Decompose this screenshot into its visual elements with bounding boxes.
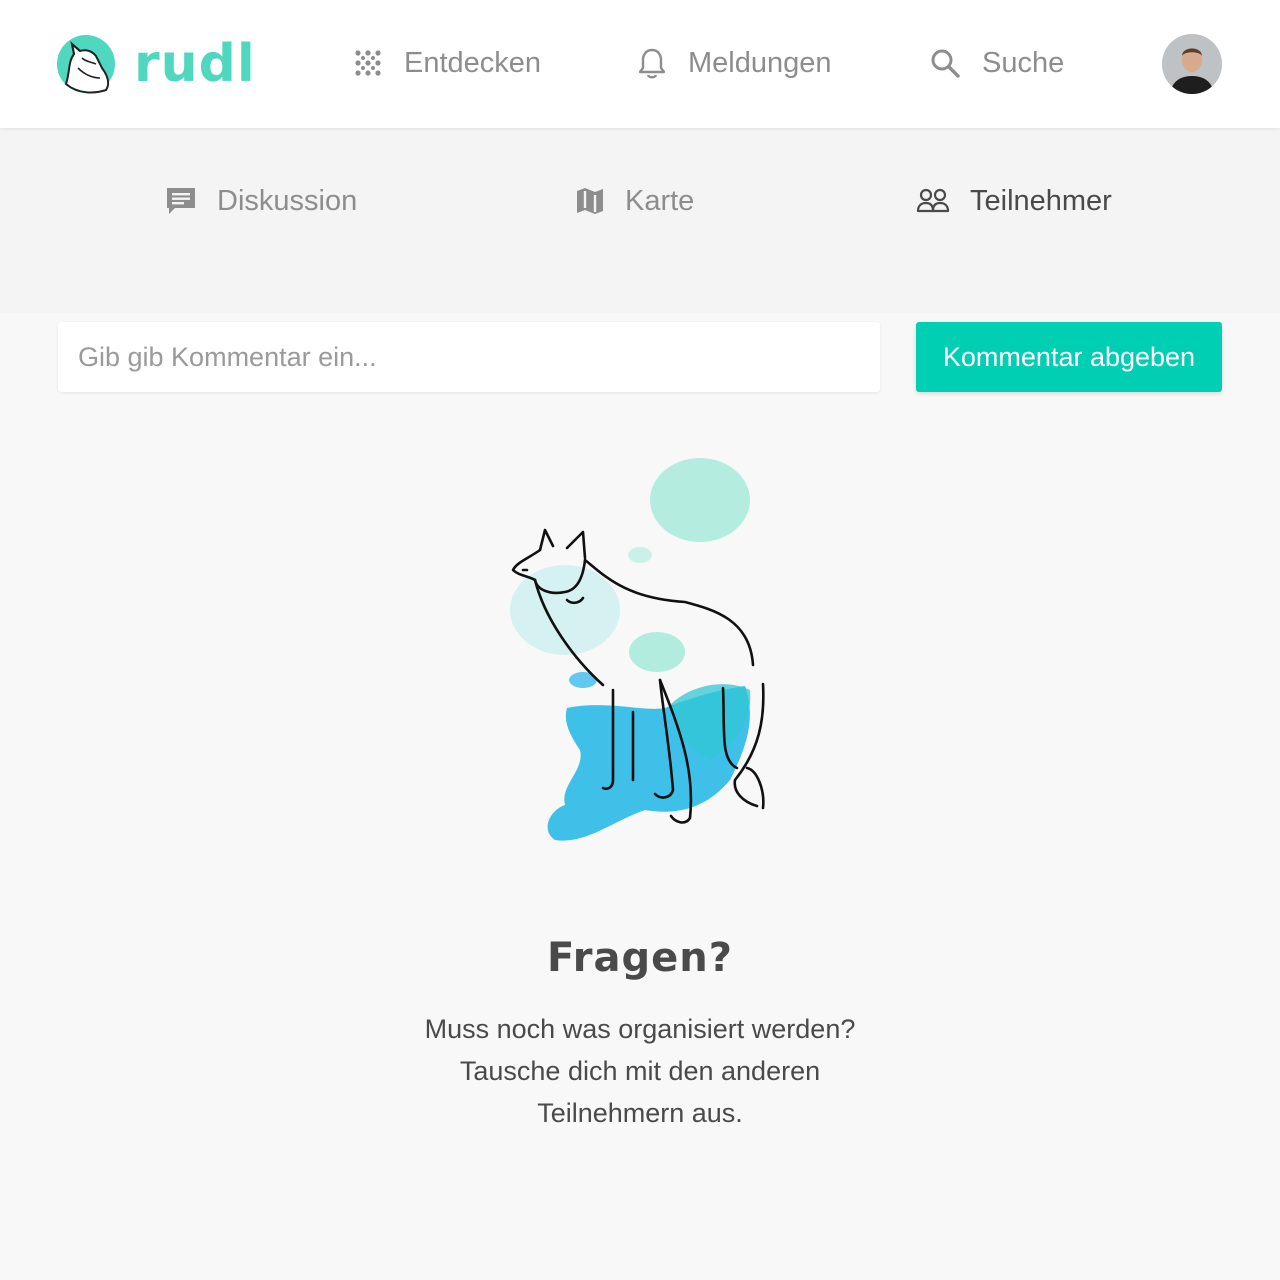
empty-state-line: Tausche dich mit den anderen [459,1056,821,1086]
nav-entdecken[interactable]: Entdecken [354,40,541,86]
brand-logo[interactable]: rudl [56,34,256,94]
map-icon [577,188,603,214]
top-navigation-bar: rudl Entdecken Meldungen Suche [0,0,1280,128]
nav-label: Entdecken [404,46,542,79]
nav-meldungen[interactable]: Meldungen [638,40,832,86]
wolf-logo-icon [57,35,115,94]
nav-suche[interactable]: Suche [930,40,1064,86]
user-avatar[interactable] [1162,34,1222,94]
people-icon [916,188,950,213]
avatar-image [1162,34,1222,94]
empty-state-text: Muss noch was organisiert werden? Tausch… [0,1008,1280,1134]
tab-karte[interactable]: Karte [575,178,694,224]
wolf-watercolor-illustration [510,458,765,841]
bell-icon [638,48,666,79]
tab-teilnehmer[interactable]: Teilnehmer [916,178,1112,224]
comment-icon [167,188,195,214]
submit-comment-button[interactable]: Kommentar abgeben [916,322,1222,392]
search-icon [931,49,960,78]
dots-grid-icon [355,50,381,76]
tab-label: Karte [625,184,695,217]
empty-state-line: Teilnehmern aus. [537,1098,743,1128]
empty-state-line: Muss noch was organisiert werden? [424,1014,856,1044]
tab-diskussion[interactable]: Diskussion [165,178,357,224]
brand-name: rudl [134,34,256,94]
empty-state-title: Fragen? [547,935,733,981]
nav-label: Suche [982,46,1065,79]
comment-input[interactable] [58,322,880,392]
event-tabs: Diskussion Karte Teilnehmer [0,128,1280,313]
nav-label: Meldungen [688,46,832,79]
tab-label: Diskussion [217,184,358,217]
tab-label: Teilnehmer [970,184,1112,217]
